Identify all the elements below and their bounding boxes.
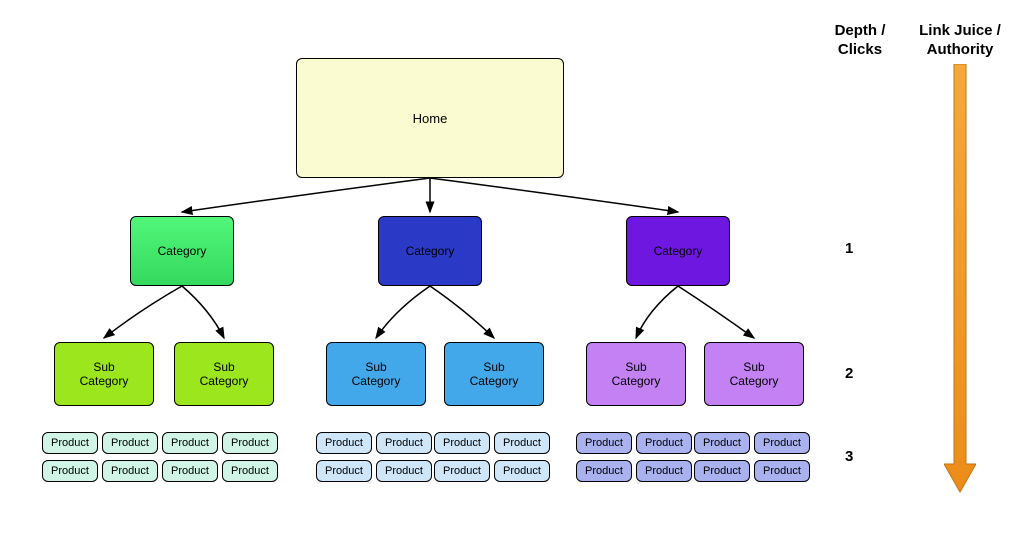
subcategory-label: Sub Category — [470, 360, 519, 389]
product-node: Product — [434, 432, 490, 454]
product-label: Product — [645, 465, 683, 477]
product-node: Product — [754, 432, 810, 454]
header-link-juice: Link Juice / Authority — [910, 22, 1010, 60]
subcategory-node-2: Sub Category — [174, 342, 274, 406]
subcategory-node-3: Sub Category — [326, 342, 426, 406]
subcategory-label: Sub Category — [612, 360, 661, 389]
subcategory-label: Sub Category — [80, 360, 129, 389]
product-label: Product — [443, 437, 481, 449]
product-label: Product — [503, 465, 541, 477]
subcategory-label: Sub Category — [200, 360, 249, 389]
product-node: Product — [754, 460, 810, 482]
product-node: Product — [316, 432, 372, 454]
product-node: Product — [576, 432, 632, 454]
header-depth-clicks: Depth / Clicks — [825, 22, 895, 60]
product-node: Product — [576, 460, 632, 482]
product-node: Product — [636, 460, 692, 482]
product-label: Product — [171, 437, 209, 449]
home-label: Home — [413, 111, 448, 126]
product-label: Product — [385, 465, 423, 477]
depth-label-2: 2 — [845, 365, 853, 382]
product-label: Product — [703, 465, 741, 477]
product-node: Product — [694, 432, 750, 454]
product-node: Product — [316, 460, 372, 482]
product-label: Product — [585, 465, 623, 477]
product-label: Product — [585, 437, 623, 449]
product-label: Product — [763, 437, 801, 449]
product-label: Product — [703, 437, 741, 449]
subcategory-node-5: Sub Category — [586, 342, 686, 406]
subcategory-node-6: Sub Category — [704, 342, 804, 406]
product-node: Product — [42, 460, 98, 482]
category-node-2: Category — [378, 216, 482, 286]
subcategory-label: Sub Category — [730, 360, 779, 389]
product-label: Product — [325, 465, 363, 477]
product-label: Product — [171, 465, 209, 477]
product-label: Product — [51, 465, 89, 477]
authority-arrow-icon — [944, 64, 976, 494]
product-node: Product — [434, 460, 490, 482]
subcategory-label: Sub Category — [352, 360, 401, 389]
product-label: Product — [645, 437, 683, 449]
product-label: Product — [503, 437, 541, 449]
product-node: Product — [102, 460, 158, 482]
product-node: Product — [162, 460, 218, 482]
product-node: Product — [636, 432, 692, 454]
diagram-stage: Home Category Category Category Sub Cate… — [0, 0, 1024, 536]
product-label: Product — [325, 437, 363, 449]
product-node: Product — [42, 432, 98, 454]
category-node-1: Category — [130, 216, 234, 286]
depth-label-1: 1 — [845, 240, 853, 257]
product-node: Product — [162, 432, 218, 454]
product-label: Product — [231, 437, 269, 449]
category-node-3: Category — [626, 216, 730, 286]
product-label: Product — [111, 437, 149, 449]
category-label: Category — [406, 244, 455, 258]
product-node: Product — [376, 432, 432, 454]
product-node: Product — [102, 432, 158, 454]
home-node: Home — [296, 58, 564, 178]
category-label: Category — [158, 244, 207, 258]
product-label: Product — [443, 465, 481, 477]
product-node: Product — [222, 432, 278, 454]
product-label: Product — [231, 465, 269, 477]
product-node: Product — [494, 432, 550, 454]
product-node: Product — [222, 460, 278, 482]
category-label: Category — [654, 244, 703, 258]
product-node: Product — [494, 460, 550, 482]
product-node: Product — [694, 460, 750, 482]
depth-label-3: 3 — [845, 448, 853, 465]
subcategory-node-4: Sub Category — [444, 342, 544, 406]
product-label: Product — [385, 437, 423, 449]
subcategory-node-1: Sub Category — [54, 342, 154, 406]
product-label: Product — [51, 437, 89, 449]
product-node: Product — [376, 460, 432, 482]
product-label: Product — [763, 465, 801, 477]
product-label: Product — [111, 465, 149, 477]
